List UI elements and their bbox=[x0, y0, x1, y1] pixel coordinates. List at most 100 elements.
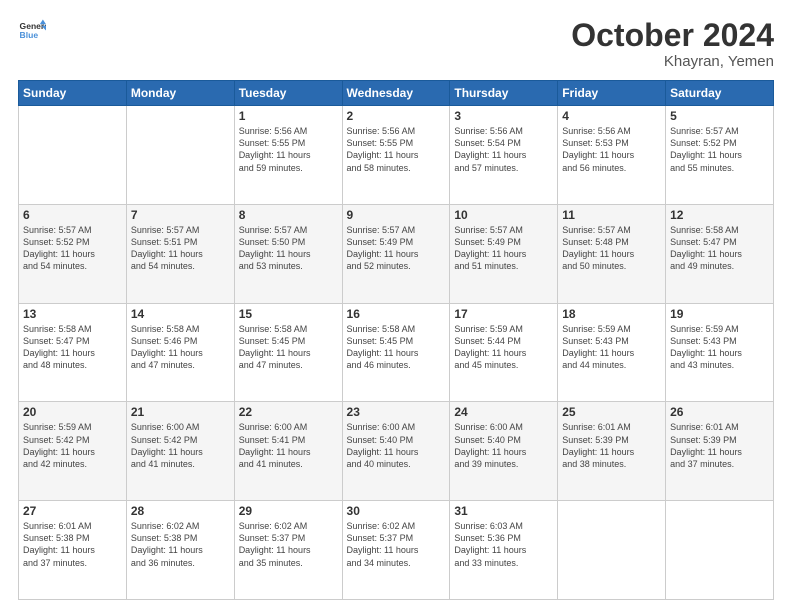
table-row: 30 Sunrise: 6:02 AM Sunset: 5:37 PM Dayli… bbox=[342, 501, 450, 600]
day-number: 7 bbox=[131, 208, 230, 222]
table-row: 2 Sunrise: 5:56 AM Sunset: 5:55 PM Daylig… bbox=[342, 106, 450, 205]
day-info: Sunrise: 6:00 AM Sunset: 5:41 PM Dayligh… bbox=[239, 421, 338, 470]
col-wednesday: Wednesday bbox=[342, 81, 450, 106]
day-number: 22 bbox=[239, 405, 338, 419]
day-number: 8 bbox=[239, 208, 338, 222]
table-row: 8 Sunrise: 5:57 AM Sunset: 5:50 PM Daylig… bbox=[234, 204, 342, 303]
table-row bbox=[666, 501, 774, 600]
calendar-week-row: 27 Sunrise: 6:01 AM Sunset: 5:38 PM Dayli… bbox=[19, 501, 774, 600]
col-sunday: Sunday bbox=[19, 81, 127, 106]
day-info: Sunrise: 6:00 AM Sunset: 5:42 PM Dayligh… bbox=[131, 421, 230, 470]
day-number: 28 bbox=[131, 504, 230, 518]
day-info: Sunrise: 5:57 AM Sunset: 5:49 PM Dayligh… bbox=[347, 224, 446, 273]
table-row: 10 Sunrise: 5:57 AM Sunset: 5:49 PM Dayli… bbox=[450, 204, 558, 303]
col-monday: Monday bbox=[126, 81, 234, 106]
table-row: 6 Sunrise: 5:57 AM Sunset: 5:52 PM Daylig… bbox=[19, 204, 127, 303]
table-row: 18 Sunrise: 5:59 AM Sunset: 5:43 PM Dayli… bbox=[558, 303, 666, 402]
day-info: Sunrise: 5:58 AM Sunset: 5:46 PM Dayligh… bbox=[131, 323, 230, 372]
day-info: Sunrise: 6:02 AM Sunset: 5:37 PM Dayligh… bbox=[347, 520, 446, 569]
col-tuesday: Tuesday bbox=[234, 81, 342, 106]
day-number: 2 bbox=[347, 109, 446, 123]
header: General Blue October 2024 Khayran, Yemen bbox=[18, 18, 774, 70]
day-number: 30 bbox=[347, 504, 446, 518]
day-number: 27 bbox=[23, 504, 122, 518]
day-info: Sunrise: 5:59 AM Sunset: 5:44 PM Dayligh… bbox=[454, 323, 553, 372]
day-number: 16 bbox=[347, 307, 446, 321]
day-number: 21 bbox=[131, 405, 230, 419]
day-info: Sunrise: 6:01 AM Sunset: 5:39 PM Dayligh… bbox=[670, 421, 769, 470]
day-info: Sunrise: 5:57 AM Sunset: 5:49 PM Dayligh… bbox=[454, 224, 553, 273]
day-info: Sunrise: 5:57 AM Sunset: 5:48 PM Dayligh… bbox=[562, 224, 661, 273]
day-info: Sunrise: 5:56 AM Sunset: 5:55 PM Dayligh… bbox=[239, 125, 338, 174]
day-number: 24 bbox=[454, 405, 553, 419]
page: General Blue October 2024 Khayran, Yemen… bbox=[0, 0, 792, 612]
day-info: Sunrise: 6:03 AM Sunset: 5:36 PM Dayligh… bbox=[454, 520, 553, 569]
table-row: 25Sunrise: 6:01 AM Sunset: 5:39 PM Dayli… bbox=[558, 402, 666, 501]
col-friday: Friday bbox=[558, 81, 666, 106]
day-number: 20 bbox=[23, 405, 122, 419]
table-row: 19 Sunrise: 5:59 AM Sunset: 5:43 PM Dayli… bbox=[666, 303, 774, 402]
calendar-week-row: 13 Sunrise: 5:58 AM Sunset: 5:47 PM Dayli… bbox=[19, 303, 774, 402]
table-row: 7 Sunrise: 5:57 AM Sunset: 5:51 PM Daylig… bbox=[126, 204, 234, 303]
day-info: Sunrise: 6:02 AM Sunset: 5:38 PM Dayligh… bbox=[131, 520, 230, 569]
day-info: Sunrise: 6:01 AM Sunset: 5:38 PM Dayligh… bbox=[23, 520, 122, 569]
day-info: Sunrise: 5:58 AM Sunset: 5:47 PM Dayligh… bbox=[23, 323, 122, 372]
day-info: Sunrise: 5:56 AM Sunset: 5:55 PM Dayligh… bbox=[347, 125, 446, 174]
table-row: 13 Sunrise: 5:58 AM Sunset: 5:47 PM Dayli… bbox=[19, 303, 127, 402]
table-row: 17 Sunrise: 5:59 AM Sunset: 5:44 PM Dayli… bbox=[450, 303, 558, 402]
table-row: 16 Sunrise: 5:58 AM Sunset: 5:45 PM Dayli… bbox=[342, 303, 450, 402]
day-info: Sunrise: 5:56 AM Sunset: 5:53 PM Dayligh… bbox=[562, 125, 661, 174]
day-number: 19 bbox=[670, 307, 769, 321]
day-number: 3 bbox=[454, 109, 553, 123]
day-number: 31 bbox=[454, 504, 553, 518]
col-thursday: Thursday bbox=[450, 81, 558, 106]
day-info: Sunrise: 5:59 AM Sunset: 5:42 PM Dayligh… bbox=[23, 421, 122, 470]
calendar-table: Sunday Monday Tuesday Wednesday Thursday… bbox=[18, 80, 774, 600]
table-row: 24 Sunrise: 6:00 AM Sunset: 5:40 PM Dayli… bbox=[450, 402, 558, 501]
day-info: Sunrise: 6:00 AM Sunset: 5:40 PM Dayligh… bbox=[347, 421, 446, 470]
table-row: 12 Sunrise: 5:58 AM Sunset: 5:47 PM Dayli… bbox=[666, 204, 774, 303]
day-number: 25 bbox=[562, 405, 661, 419]
day-number: 12 bbox=[670, 208, 769, 222]
table-row bbox=[558, 501, 666, 600]
day-number: 13 bbox=[23, 307, 122, 321]
day-info: Sunrise: 5:58 AM Sunset: 5:47 PM Dayligh… bbox=[670, 224, 769, 273]
table-row: 26Sunrise: 6:01 AM Sunset: 5:39 PM Dayli… bbox=[666, 402, 774, 501]
day-info: Sunrise: 5:57 AM Sunset: 5:52 PM Dayligh… bbox=[670, 125, 769, 174]
day-number: 11 bbox=[562, 208, 661, 222]
table-row bbox=[126, 106, 234, 205]
day-number: 10 bbox=[454, 208, 553, 222]
day-number: 14 bbox=[131, 307, 230, 321]
page-title: October 2024 bbox=[571, 18, 774, 53]
day-info: Sunrise: 5:57 AM Sunset: 5:52 PM Dayligh… bbox=[23, 224, 122, 273]
table-row: 3 Sunrise: 5:56 AM Sunset: 5:54 PM Daylig… bbox=[450, 106, 558, 205]
day-number: 29 bbox=[239, 504, 338, 518]
day-info: Sunrise: 5:59 AM Sunset: 5:43 PM Dayligh… bbox=[562, 323, 661, 372]
col-saturday: Saturday bbox=[666, 81, 774, 106]
day-info: Sunrise: 5:57 AM Sunset: 5:50 PM Dayligh… bbox=[239, 224, 338, 273]
table-row: 4Sunrise: 5:56 AM Sunset: 5:53 PM Daylig… bbox=[558, 106, 666, 205]
page-subtitle: Khayran, Yemen bbox=[571, 53, 774, 70]
day-info: Sunrise: 5:58 AM Sunset: 5:45 PM Dayligh… bbox=[239, 323, 338, 372]
day-number: 23 bbox=[347, 405, 446, 419]
svg-text:Blue: Blue bbox=[20, 30, 39, 40]
day-number: 1 bbox=[239, 109, 338, 123]
table-row bbox=[19, 106, 127, 205]
table-row: 28 Sunrise: 6:02 AM Sunset: 5:38 PM Dayli… bbox=[126, 501, 234, 600]
day-number: 18 bbox=[562, 307, 661, 321]
logo: General Blue bbox=[18, 18, 46, 46]
day-info: Sunrise: 6:00 AM Sunset: 5:40 PM Dayligh… bbox=[454, 421, 553, 470]
day-info: Sunrise: 5:58 AM Sunset: 5:45 PM Dayligh… bbox=[347, 323, 446, 372]
table-row: 31 Sunrise: 6:03 AM Sunset: 5:36 PM Dayli… bbox=[450, 501, 558, 600]
day-number: 6 bbox=[23, 208, 122, 222]
day-info: Sunrise: 6:02 AM Sunset: 5:37 PM Dayligh… bbox=[239, 520, 338, 569]
day-info: Sunrise: 5:56 AM Sunset: 5:54 PM Dayligh… bbox=[454, 125, 553, 174]
day-number: 17 bbox=[454, 307, 553, 321]
day-number: 9 bbox=[347, 208, 446, 222]
table-row: 29 Sunrise: 6:02 AM Sunset: 5:37 PM Dayli… bbox=[234, 501, 342, 600]
day-info: Sunrise: 5:59 AM Sunset: 5:43 PM Dayligh… bbox=[670, 323, 769, 372]
table-row: 22 Sunrise: 6:00 AM Sunset: 5:41 PM Dayli… bbox=[234, 402, 342, 501]
table-row: 11 Sunrise: 5:57 AM Sunset: 5:48 PM Dayli… bbox=[558, 204, 666, 303]
table-row: 21 Sunrise: 6:00 AM Sunset: 5:42 PM Dayli… bbox=[126, 402, 234, 501]
day-info: Sunrise: 5:57 AM Sunset: 5:51 PM Dayligh… bbox=[131, 224, 230, 273]
